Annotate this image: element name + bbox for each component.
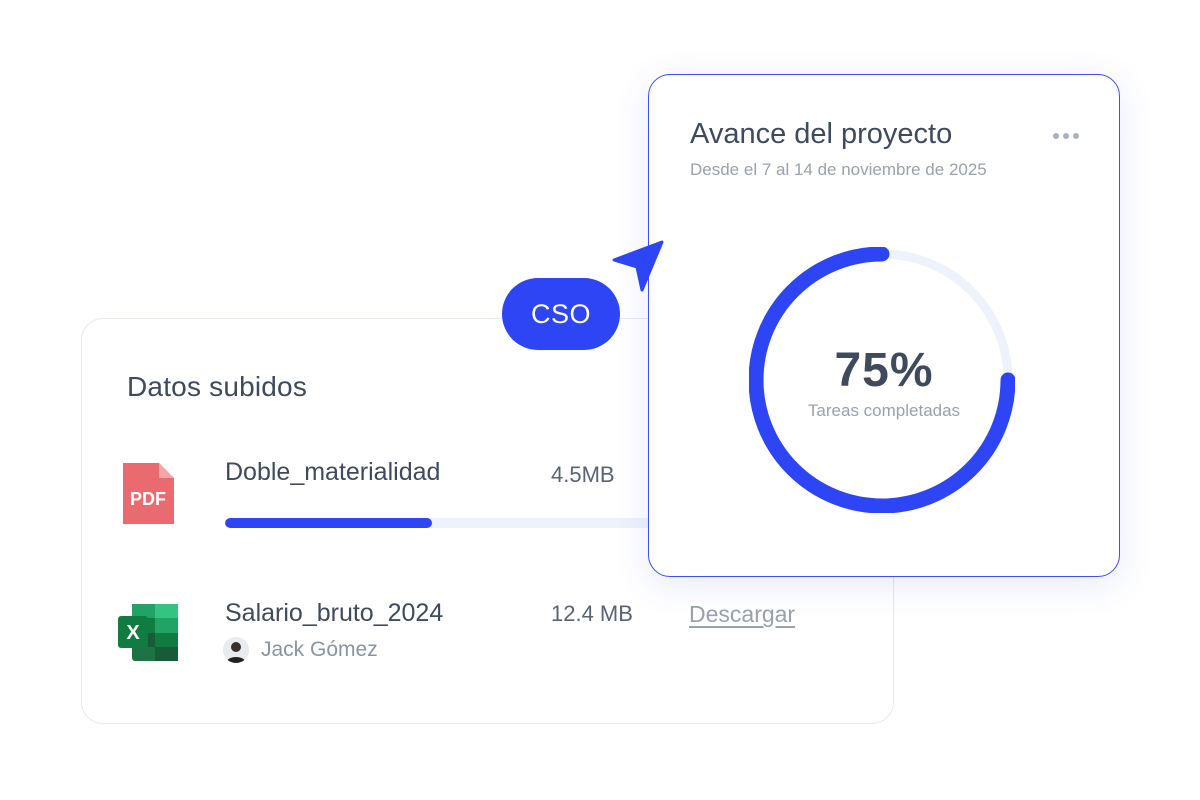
- upload-progress-bar: [225, 518, 665, 528]
- file-owner: Jack Gómez: [223, 637, 378, 663]
- download-link[interactable]: Descargar: [689, 601, 795, 628]
- card-title: Avance del proyecto: [690, 118, 953, 150]
- file-size: 12.4 MB: [551, 601, 633, 626]
- more-horizontal-icon: [1053, 133, 1079, 139]
- pdf-icon-label: PDF: [130, 489, 166, 509]
- file-name-doble-materialidad[interactable]: Doble_materialidad: [225, 458, 440, 487]
- date-range: Desde el 7 al 14 de noviembre de 2025: [690, 160, 987, 179]
- avatar[interactable]: [223, 637, 249, 663]
- file-size: 4.5MB: [551, 462, 615, 487]
- pdf-file-icon: PDF: [123, 463, 174, 524]
- excel-file-icon: X: [118, 604, 180, 661]
- uploaded-files-title: Datos subidos: [127, 371, 308, 402]
- progress-caption: Tareas completadas: [807, 401, 961, 420]
- cursor-pointer-icon: [612, 240, 664, 292]
- upload-progress-fill: [225, 518, 432, 528]
- excel-icon-label: X: [126, 622, 140, 644]
- owner-name: Jack Gómez: [261, 638, 378, 661]
- collaborator-tag: CSO: [502, 278, 620, 350]
- project-progress-card: Avance del proyecto Desde el 7 al 14 de …: [648, 74, 1120, 577]
- file-name-salario-bruto[interactable]: Salario_bruto_2024: [225, 599, 443, 628]
- collaborator-label: CSO: [530, 298, 591, 329]
- progress-percentage: 75%: [834, 344, 934, 397]
- more-options-button[interactable]: [1049, 125, 1083, 147]
